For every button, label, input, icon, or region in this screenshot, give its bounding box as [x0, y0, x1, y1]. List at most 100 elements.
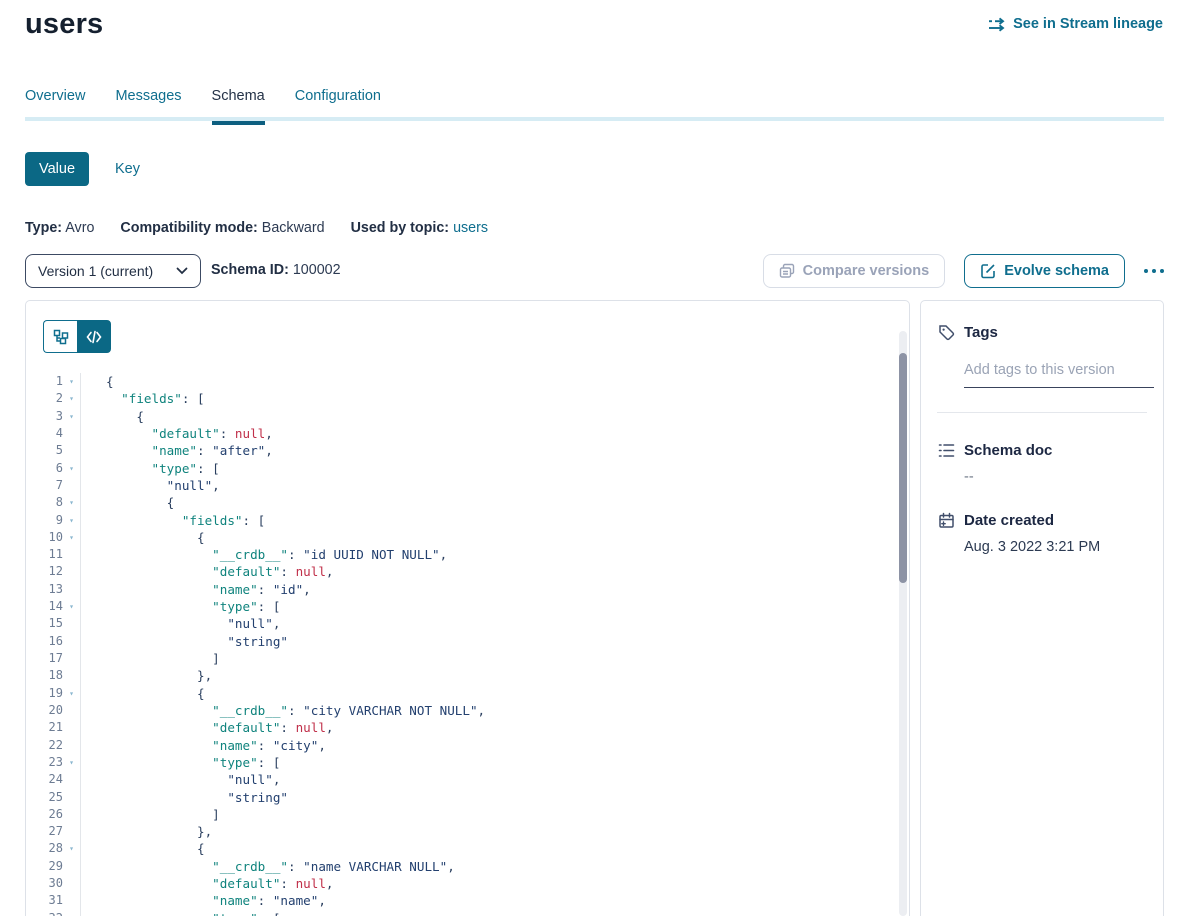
fold-gutter [63, 546, 80, 563]
code-line: 29 "__crdb__": "name VARCHAR NULL", [26, 858, 895, 875]
line-number: 25 [26, 789, 63, 806]
used-by-topic: Used by topic: users [351, 220, 488, 236]
fold-arrow-icon[interactable]: ▾ [63, 390, 80, 407]
tree-view-button[interactable] [43, 320, 77, 353]
more-options-button[interactable] [1144, 265, 1164, 277]
fold-gutter [63, 737, 80, 754]
line-number: 24 [26, 771, 63, 788]
tab-overview[interactable]: Overview [25, 88, 85, 121]
code-text: ] [81, 806, 220, 823]
fold-arrow-icon[interactable]: ▾ [63, 840, 80, 857]
tags-title: Tags [964, 324, 998, 341]
code-text: "null", [81, 477, 220, 494]
fold-gutter [63, 667, 80, 684]
date-created-header: Date created [937, 511, 1147, 529]
line-number: 8 [26, 494, 63, 511]
evolve-schema-label: Evolve schema [1004, 263, 1109, 279]
fold-arrow-icon[interactable]: ▾ [63, 408, 80, 425]
fold-gutter [63, 789, 80, 806]
see-in-stream-lineage-link[interactable]: See in Stream lineage [988, 15, 1163, 33]
code-line: 14▾ "type": [ [26, 598, 895, 615]
code-line: 19▾ { [26, 685, 895, 702]
code-line: 5 "name": "after", [26, 442, 895, 459]
code-text: }, [81, 823, 212, 840]
compat-label: Compatibility mode: [120, 220, 257, 236]
fold-gutter [63, 425, 80, 442]
version-actions: Compare versions Evolve schema [763, 254, 1164, 288]
date-created-title: Date created [964, 512, 1054, 529]
code-text: "string" [81, 633, 288, 650]
code-line: 16 "string" [26, 633, 895, 650]
fold-arrow-icon[interactable]: ▾ [63, 598, 80, 615]
code-view-button[interactable] [77, 320, 111, 353]
line-number: 29 [26, 858, 63, 875]
fold-arrow-icon[interactable]: ▾ [63, 494, 80, 511]
fold-gutter [63, 702, 80, 719]
fold-gutter [63, 442, 80, 459]
code-text: }, [81, 667, 212, 684]
tab-messages[interactable]: Messages [115, 88, 181, 121]
code-text: { [81, 685, 205, 702]
tags-input[interactable] [964, 362, 1154, 388]
version-bar: Version 1 (current) Schema ID: 100002 Co… [25, 254, 1164, 288]
code-text: "type": [ [81, 910, 280, 916]
list-icon [937, 441, 955, 459]
fold-arrow-icon[interactable]: ▾ [63, 460, 80, 477]
schema-id-label: Schema ID: [211, 262, 289, 278]
code-line: 30 "default": null, [26, 875, 895, 892]
fold-arrow-icon[interactable]: ▾ [63, 685, 80, 702]
line-number: 16 [26, 633, 63, 650]
value-toggle-button[interactable]: Value [25, 152, 89, 186]
schema-doc-section: Schema doc -- [937, 441, 1147, 485]
line-number: 28 [26, 840, 63, 857]
compare-versions-button[interactable]: Compare versions [763, 254, 946, 288]
key-toggle-button[interactable]: Key [115, 161, 140, 177]
fold-arrow-icon[interactable]: ▾ [63, 512, 80, 529]
schema-doc-title: Schema doc [964, 442, 1052, 459]
fold-arrow-icon[interactable]: ▾ [63, 910, 80, 916]
code-line: 27 }, [26, 823, 895, 840]
tab-configuration[interactable]: Configuration [295, 88, 381, 121]
code-text: "__crdb__": "name VARCHAR NULL", [81, 858, 455, 875]
code-text: "type": [ [81, 460, 220, 477]
code-text: { [81, 529, 205, 546]
code-line: 2▾ "fields": [ [26, 390, 895, 407]
edit-icon [980, 263, 996, 279]
schema-id: Schema ID: 100002 [211, 262, 341, 278]
fold-gutter [63, 823, 80, 840]
fold-gutter [63, 719, 80, 736]
line-number: 6 [26, 460, 63, 477]
code-text: "fields": [ [81, 512, 265, 529]
tab-schema[interactable]: Schema [212, 88, 265, 121]
code-text: "__crdb__": "id UUID NOT NULL", [81, 546, 447, 563]
fold-gutter [63, 806, 80, 823]
code-text: "name": "after", [81, 442, 273, 459]
line-number: 32 [26, 910, 63, 916]
line-number: 20 [26, 702, 63, 719]
line-number: 30 [26, 875, 63, 892]
editor-scrollbar-thumb[interactable] [899, 353, 907, 583]
code-line: 6▾ "type": [ [26, 460, 895, 477]
subject-toggle: Value Key [25, 152, 140, 186]
code-brackets-icon [86, 329, 102, 345]
code-text: { [81, 373, 114, 390]
code-text: "default": null, [81, 563, 334, 580]
fold-arrow-icon[interactable]: ▾ [63, 373, 80, 390]
code-text: "default": null, [81, 875, 334, 892]
editor-view-toggle [43, 320, 111, 353]
version-select[interactable]: Version 1 (current) [25, 254, 201, 288]
fold-arrow-icon[interactable]: ▾ [63, 529, 80, 546]
fold-arrow-icon[interactable]: ▾ [63, 754, 80, 771]
code-line: 12 "default": null, [26, 563, 895, 580]
compatibility-mode: Compatibility mode: Backward [120, 220, 324, 236]
schema-code-editor[interactable]: 1▾{2▾ "fields": [3▾ {4 "default": null,5… [26, 373, 895, 916]
line-number: 3 [26, 408, 63, 425]
code-text: "__crdb__": "city VARCHAR NOT NULL", [81, 702, 485, 719]
code-line: 24 "null", [26, 771, 895, 788]
evolve-schema-button[interactable]: Evolve schema [964, 254, 1125, 288]
topic-link[interactable]: users [453, 220, 488, 236]
compat-value: Backward [262, 220, 325, 236]
line-number: 4 [26, 425, 63, 442]
line-number: 22 [26, 737, 63, 754]
editor-scrollbar-track[interactable] [899, 331, 907, 916]
